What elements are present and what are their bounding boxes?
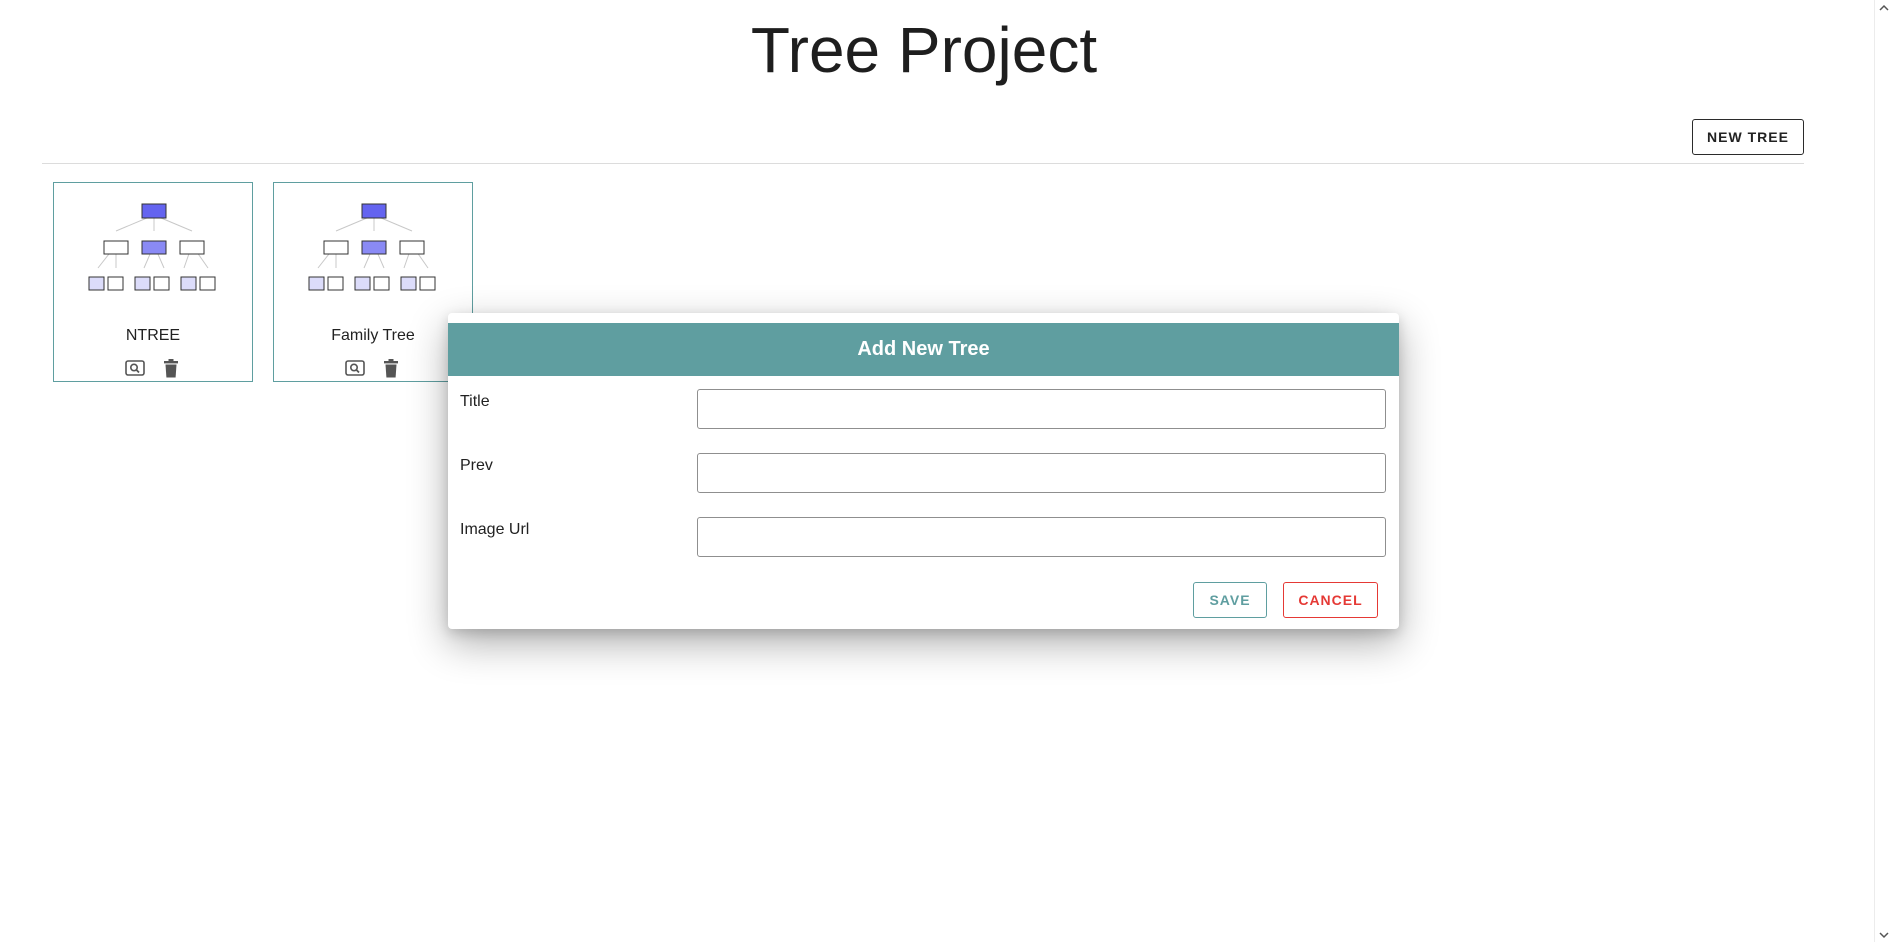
title-label: Title: [460, 393, 490, 410]
vertical-scrollbar[interactable]: [1874, 0, 1892, 942]
tree-card[interactable]: NTREE: [53, 182, 253, 382]
cancel-button[interactable]: CANCEL: [1283, 582, 1378, 618]
page-title: Tree Project: [750, 14, 1098, 86]
form-row-image-url: Image Url: [448, 517, 1399, 557]
chevron-up-icon[interactable]: [1875, 0, 1892, 14]
add-tree-dialog: Add New Tree Title Prev Image Url SAVE C…: [448, 313, 1399, 629]
trash-icon[interactable]: [161, 358, 181, 378]
search-icon[interactable]: [345, 358, 365, 378]
dialog-title: Add New Tree: [448, 323, 1399, 376]
tree-thumbnail-icon: [308, 203, 436, 291]
image-url-input[interactable]: [697, 517, 1386, 557]
tree-card-title: Family Tree: [331, 327, 415, 344]
tree-card-title: NTREE: [125, 327, 181, 344]
header-divider: [42, 163, 1804, 164]
trash-icon[interactable]: [381, 358, 401, 378]
tree-card[interactable]: Family Tree: [273, 182, 473, 382]
chevron-down-icon[interactable]: [1875, 928, 1892, 942]
image-url-label: Image Url: [460, 521, 530, 538]
search-icon[interactable]: [125, 358, 145, 378]
prev-label: Prev: [460, 457, 493, 474]
form-row-prev: Prev: [448, 453, 1399, 493]
title-input[interactable]: [697, 389, 1386, 429]
form-row-title: Title: [448, 389, 1399, 429]
tree-thumbnail-icon: [88, 203, 216, 291]
new-tree-button[interactable]: NEW TREE: [1692, 119, 1804, 155]
prev-input[interactable]: [697, 453, 1386, 493]
save-button[interactable]: SAVE: [1193, 582, 1267, 618]
